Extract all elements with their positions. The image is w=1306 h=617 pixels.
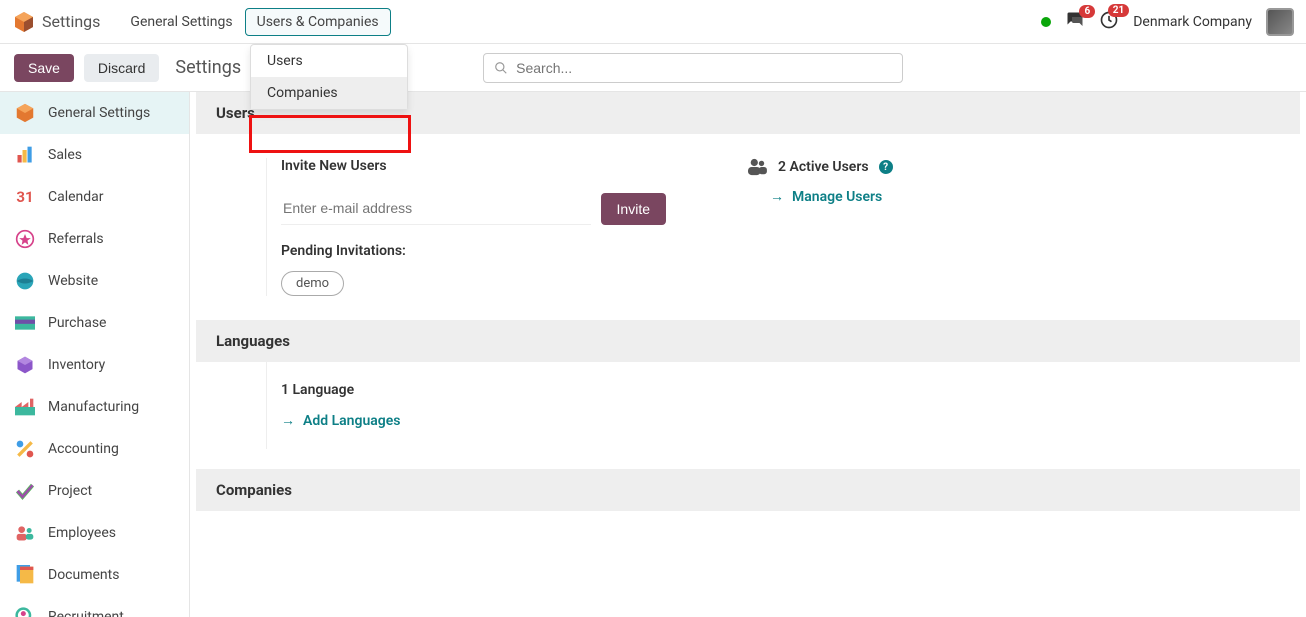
menu-users-companies[interactable]: Users & Companies — [245, 8, 391, 36]
search-icon — [494, 61, 508, 75]
sidebar-item-inventory[interactable]: Inventory — [0, 344, 189, 386]
gear-hex-icon — [14, 102, 36, 124]
content-area[interactable]: Users Invite New Users Invite Pending In… — [190, 92, 1306, 617]
sidebar-item-employees[interactable]: Employees — [0, 512, 189, 554]
sidebar-item-calendar[interactable]: 31 Calendar — [0, 176, 189, 218]
sidebar-item-label: Project — [48, 483, 92, 499]
manage-users-label: Manage Users — [792, 189, 882, 205]
user-avatar[interactable] — [1266, 8, 1294, 36]
users-group-icon — [746, 158, 768, 176]
check-icon — [14, 480, 36, 502]
sidebar-item-website[interactable]: Website — [0, 260, 189, 302]
search-field[interactable] — [483, 53, 903, 83]
dropdown-item-companies[interactable]: Companies — [251, 77, 407, 109]
people-icon — [14, 522, 36, 544]
sidebar-item-label: Website — [48, 273, 98, 289]
calendar-icon: 31 — [14, 186, 36, 208]
chat-badge: 6 — [1079, 5, 1095, 18]
sidebar-item-accounting[interactable]: Accounting — [0, 428, 189, 470]
status-dot-icon[interactable] — [1041, 17, 1051, 27]
language-count: 1 Language — [281, 382, 1230, 398]
sidebar-item-label: General Settings — [48, 105, 150, 121]
factory-icon — [14, 396, 36, 418]
document-icon — [14, 564, 36, 586]
box-icon — [14, 354, 36, 376]
invite-email-input[interactable] — [281, 192, 591, 225]
sidebar-item-label: Recruitment — [48, 609, 124, 617]
card-icon — [14, 312, 36, 334]
chat-icon[interactable]: 6 — [1065, 11, 1085, 33]
manage-users-link[interactable]: → Manage Users — [770, 188, 1146, 205]
invite-users-title: Invite New Users — [281, 158, 666, 174]
sidebar-item-manufacturing[interactable]: Manufacturing — [0, 386, 189, 428]
dropdown-item-users[interactable]: Users — [251, 45, 407, 77]
sidebar-item-label: Purchase — [48, 315, 106, 331]
help-icon[interactable]: ? — [879, 160, 893, 174]
invite-button[interactable]: Invite — [601, 193, 666, 225]
sidebar-item-label: Documents — [48, 567, 119, 583]
sidebar-item-label: Calendar — [48, 189, 104, 205]
search-input[interactable] — [516, 60, 892, 76]
page-title: Settings — [175, 57, 241, 78]
magnify-person-icon — [14, 606, 36, 617]
bar-chart-icon — [14, 144, 36, 166]
save-button[interactable]: Save — [14, 54, 74, 82]
activity-badge: 21 — [1108, 4, 1129, 17]
app-logo-icon[interactable] — [12, 10, 36, 34]
sidebar-item-label: Sales — [48, 147, 82, 163]
star-circle-icon — [14, 228, 36, 250]
pending-invitation-chip[interactable]: demo — [281, 271, 344, 296]
sidebar-item-label: Referrals — [48, 231, 104, 247]
percent-icon — [14, 438, 36, 460]
users-companies-dropdown: Users Companies — [250, 44, 408, 110]
add-languages-link[interactable]: → Add Languages — [281, 412, 1230, 429]
sidebar[interactable]: General Settings Sales 31 Calendar Refer… — [0, 92, 190, 617]
menu-general-settings[interactable]: General Settings — [118, 8, 244, 36]
arrow-right-icon: → — [770, 188, 784, 205]
sidebar-item-sales[interactable]: Sales — [0, 134, 189, 176]
sidebar-item-referrals[interactable]: Referrals — [0, 218, 189, 260]
active-users-count: 2 Active Users — [778, 159, 869, 175]
discard-button[interactable]: Discard — [84, 54, 159, 82]
sidebar-item-documents[interactable]: Documents — [0, 554, 189, 596]
pending-invitations-title: Pending Invitations: — [281, 243, 666, 259]
section-header-companies: Companies — [196, 469, 1300, 511]
company-selector[interactable]: Denmark Company — [1133, 14, 1252, 30]
globe-icon — [14, 270, 36, 292]
arrow-right-icon: → — [281, 412, 295, 429]
add-languages-label: Add Languages — [303, 413, 401, 429]
sidebar-item-label: Employees — [48, 525, 116, 541]
sidebar-item-label: Manufacturing — [48, 399, 139, 415]
sidebar-item-label: Accounting — [48, 441, 119, 457]
sidebar-item-project[interactable]: Project — [0, 470, 189, 512]
sidebar-item-purchase[interactable]: Purchase — [0, 302, 189, 344]
app-title: Settings — [42, 12, 100, 31]
sidebar-item-recruitment[interactable]: Recruitment — [0, 596, 189, 617]
sidebar-item-general-settings[interactable]: General Settings — [0, 92, 189, 134]
sidebar-item-label: Inventory — [48, 357, 105, 373]
activity-icon[interactable]: 21 — [1099, 10, 1119, 34]
section-header-languages: Languages — [196, 320, 1300, 362]
